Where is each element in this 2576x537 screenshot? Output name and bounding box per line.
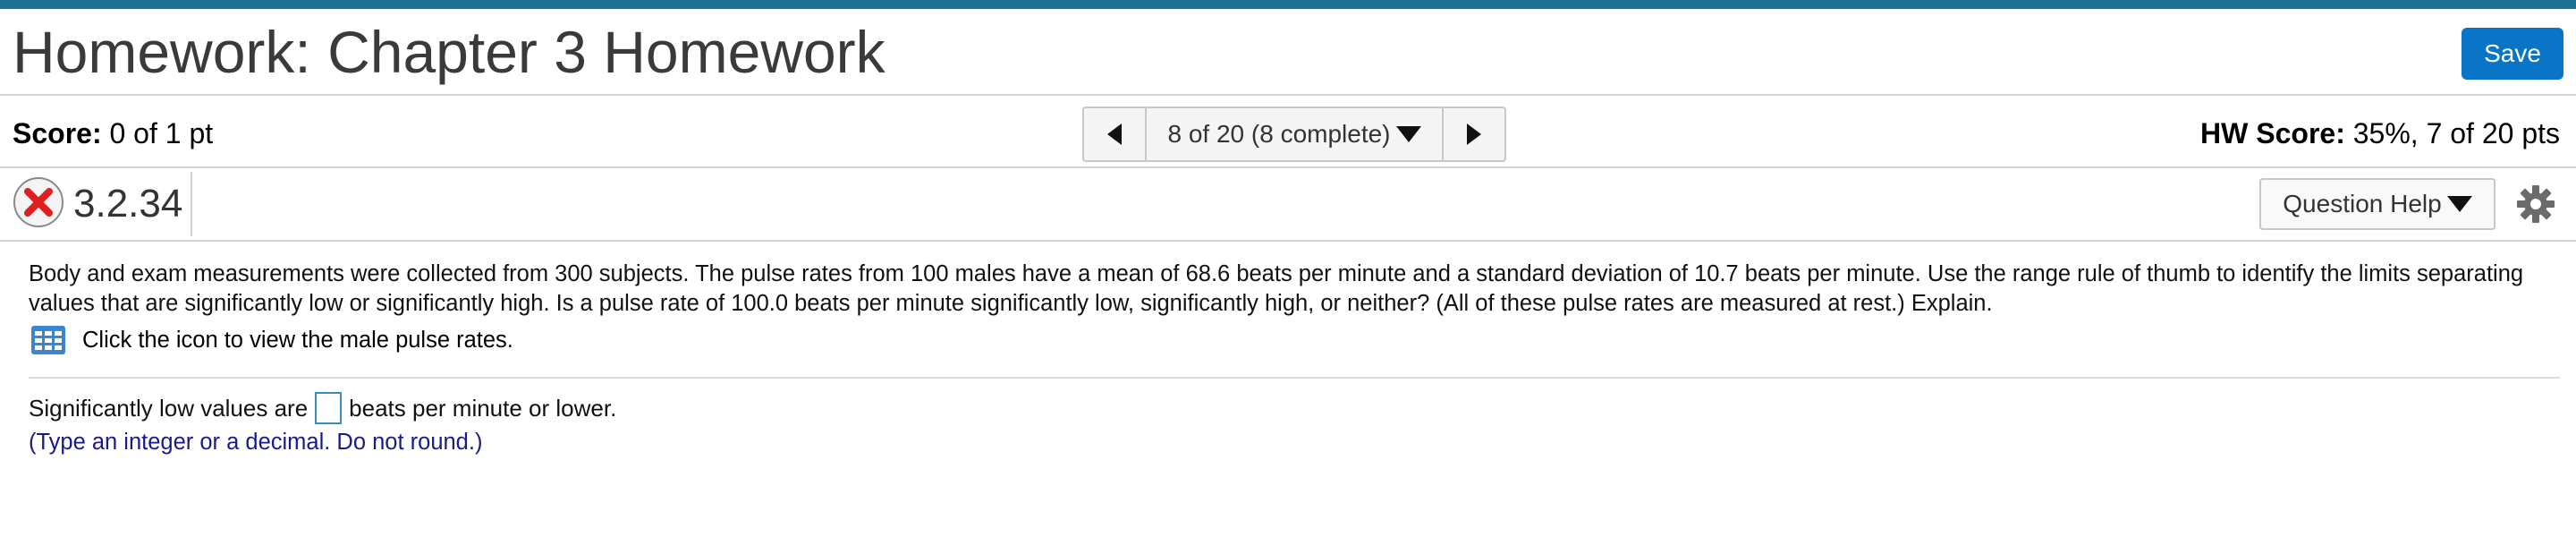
arrow-right-icon — [1467, 124, 1481, 145]
table-link-text: Click the icon to view the male pulse ra… — [82, 327, 513, 353]
answer-input[interactable] — [315, 392, 343, 424]
answer-suffix: beats per minute or lower. — [349, 394, 617, 422]
previous-question-button[interactable] — [1084, 108, 1145, 160]
question-help-button[interactable]: Question Help — [2259, 178, 2496, 230]
hw-score-label: HW Score: — [2200, 117, 2345, 149]
page-title: Homework: Chapter 3 Homework — [13, 19, 886, 85]
answer-prefix: Significantly low values are — [29, 394, 309, 422]
question-select-label: 8 of 20 (8 complete) — [1167, 120, 1391, 148]
table-icon[interactable] — [30, 325, 66, 355]
divider — [191, 172, 192, 236]
question-id: 3.2.34 — [73, 182, 183, 226]
arrow-left-icon — [1107, 124, 1122, 145]
save-button[interactable]: Save — [2462, 28, 2563, 80]
question-navigator: 8 of 20 (8 complete) — [1082, 107, 1506, 162]
hw-score: HW Score: 35%, 7 of 20 pts — [2200, 116, 2560, 150]
divider — [0, 94, 2576, 96]
data-table-link[interactable]: Click the icon to view the male pulse ra… — [30, 325, 513, 355]
divider — [0, 166, 2576, 168]
hw-score-value: 35%, 7 of 20 pts — [2352, 117, 2560, 149]
top-accent-bar — [0, 0, 2576, 9]
divider — [29, 377, 2560, 379]
question-select[interactable]: 8 of 20 (8 complete) — [1145, 108, 1444, 160]
score-value: 0 of 1 pt — [109, 117, 214, 149]
next-question-button[interactable] — [1444, 108, 1504, 160]
question-help-label: Question Help — [2283, 190, 2442, 217]
gear-icon[interactable] — [2515, 183, 2556, 225]
score: Score: 0 of 1 pt — [13, 116, 213, 150]
answer-row: Significantly low values are beats per m… — [29, 392, 616, 424]
score-label: Score: — [13, 117, 102, 149]
caret-down-icon — [1395, 126, 1421, 142]
question-text: Body and exam measurements were collecte… — [29, 261, 2524, 316]
divider — [0, 240, 2576, 242]
incorrect-x-icon — [13, 177, 64, 227]
caret-down-icon — [2446, 196, 2472, 212]
answer-hint: (Type an integer or a decimal. Do not ro… — [29, 430, 483, 455]
